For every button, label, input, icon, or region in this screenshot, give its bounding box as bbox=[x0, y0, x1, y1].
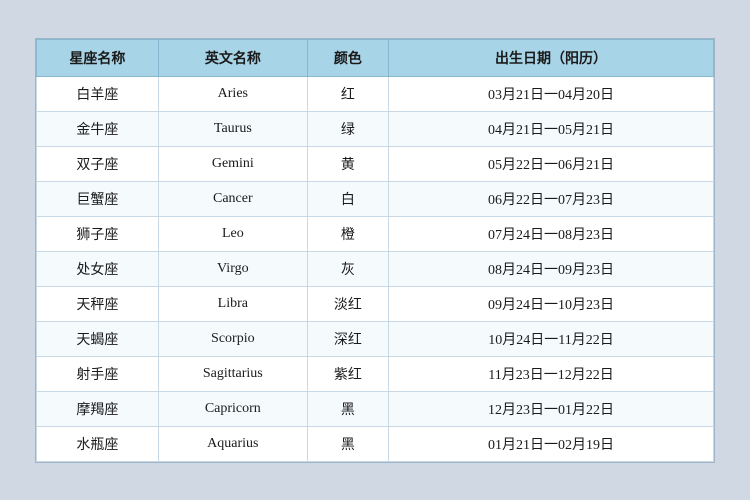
cell-color: 红 bbox=[307, 76, 388, 111]
cell-english: Scorpio bbox=[158, 321, 307, 356]
cell-chinese: 狮子座 bbox=[37, 216, 159, 251]
cell-color: 深红 bbox=[307, 321, 388, 356]
cell-color: 灰 bbox=[307, 251, 388, 286]
cell-chinese: 双子座 bbox=[37, 146, 159, 181]
header-color: 颜色 bbox=[307, 39, 388, 76]
cell-chinese: 白羊座 bbox=[37, 76, 159, 111]
cell-chinese: 处女座 bbox=[37, 251, 159, 286]
cell-color: 黑 bbox=[307, 426, 388, 461]
header-english: 英文名称 bbox=[158, 39, 307, 76]
table-row: 白羊座Aries红03月21日一04月20日 bbox=[37, 76, 714, 111]
cell-chinese: 摩羯座 bbox=[37, 391, 159, 426]
cell-chinese: 水瓶座 bbox=[37, 426, 159, 461]
table-row: 处女座Virgo灰08月24日一09月23日 bbox=[37, 251, 714, 286]
table-row: 水瓶座Aquarius黑01月21日一02月19日 bbox=[37, 426, 714, 461]
cell-color: 橙 bbox=[307, 216, 388, 251]
cell-color: 绿 bbox=[307, 111, 388, 146]
cell-date: 07月24日一08月23日 bbox=[389, 216, 714, 251]
cell-date: 08月24日一09月23日 bbox=[389, 251, 714, 286]
table-row: 巨蟹座Cancer白06月22日一07月23日 bbox=[37, 181, 714, 216]
cell-date: 04月21日一05月21日 bbox=[389, 111, 714, 146]
cell-english: Leo bbox=[158, 216, 307, 251]
cell-english: Gemini bbox=[158, 146, 307, 181]
cell-date: 10月24日一11月22日 bbox=[389, 321, 714, 356]
table-row: 天秤座Libra淡红09月24日一10月23日 bbox=[37, 286, 714, 321]
header-date: 出生日期（阳历） bbox=[389, 39, 714, 76]
table-row: 摩羯座Capricorn黑12月23日一01月22日 bbox=[37, 391, 714, 426]
cell-date: 12月23日一01月22日 bbox=[389, 391, 714, 426]
cell-english: Virgo bbox=[158, 251, 307, 286]
table-row: 天蝎座Scorpio深红10月24日一11月22日 bbox=[37, 321, 714, 356]
table-header-row: 星座名称 英文名称 颜色 出生日期（阳历） bbox=[37, 39, 714, 76]
cell-english: Libra bbox=[158, 286, 307, 321]
cell-chinese: 金牛座 bbox=[37, 111, 159, 146]
cell-date: 06月22日一07月23日 bbox=[389, 181, 714, 216]
cell-english: Taurus bbox=[158, 111, 307, 146]
zodiac-table-container: 星座名称 英文名称 颜色 出生日期（阳历） 白羊座Aries红03月21日一04… bbox=[35, 38, 715, 463]
cell-color: 紫红 bbox=[307, 356, 388, 391]
cell-date: 05月22日一06月21日 bbox=[389, 146, 714, 181]
cell-chinese: 射手座 bbox=[37, 356, 159, 391]
cell-english: Aquarius bbox=[158, 426, 307, 461]
cell-date: 11月23日一12月22日 bbox=[389, 356, 714, 391]
cell-chinese: 巨蟹座 bbox=[37, 181, 159, 216]
header-chinese: 星座名称 bbox=[37, 39, 159, 76]
table-row: 双子座Gemini黄05月22日一06月21日 bbox=[37, 146, 714, 181]
cell-date: 01月21日一02月19日 bbox=[389, 426, 714, 461]
cell-english: Cancer bbox=[158, 181, 307, 216]
cell-english: Aries bbox=[158, 76, 307, 111]
zodiac-table: 星座名称 英文名称 颜色 出生日期（阳历） 白羊座Aries红03月21日一04… bbox=[36, 39, 714, 462]
cell-english: Capricorn bbox=[158, 391, 307, 426]
cell-chinese: 天蝎座 bbox=[37, 321, 159, 356]
cell-color: 白 bbox=[307, 181, 388, 216]
cell-color: 黄 bbox=[307, 146, 388, 181]
cell-color: 淡红 bbox=[307, 286, 388, 321]
cell-date: 03月21日一04月20日 bbox=[389, 76, 714, 111]
table-row: 金牛座Taurus绿04月21日一05月21日 bbox=[37, 111, 714, 146]
cell-english: Sagittarius bbox=[158, 356, 307, 391]
cell-date: 09月24日一10月23日 bbox=[389, 286, 714, 321]
cell-color: 黑 bbox=[307, 391, 388, 426]
cell-chinese: 天秤座 bbox=[37, 286, 159, 321]
table-row: 狮子座Leo橙07月24日一08月23日 bbox=[37, 216, 714, 251]
table-row: 射手座Sagittarius紫红11月23日一12月22日 bbox=[37, 356, 714, 391]
